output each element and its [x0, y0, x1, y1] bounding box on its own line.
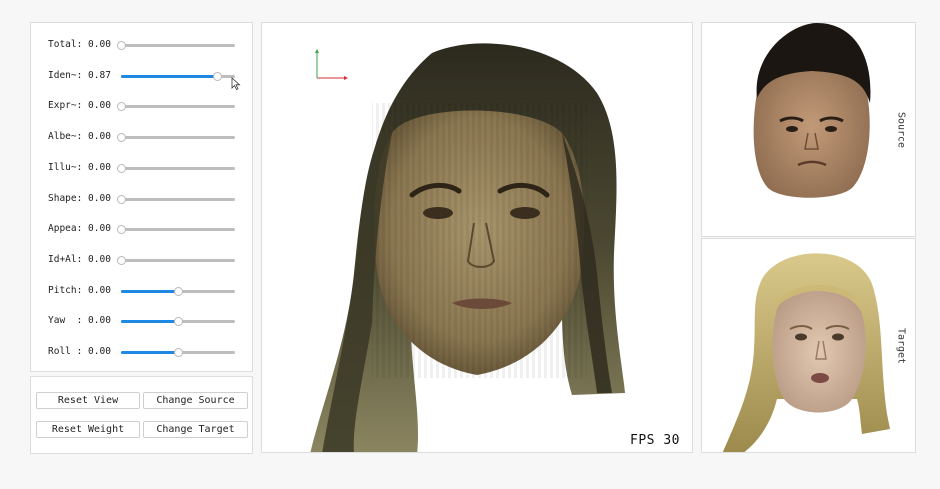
rendered-face-image: [310, 43, 625, 452]
slider-track[interactable]: [117, 102, 235, 112]
slider-row: Roll : 0.00: [31, 344, 254, 360]
slider-track[interactable]: [117, 194, 235, 204]
change-target-button[interactable]: Change Target: [143, 421, 248, 438]
slider-thumb[interactable]: [174, 348, 183, 357]
slider-label: Id+Al: 0.00: [48, 253, 111, 265]
slider-track[interactable]: [117, 41, 235, 50]
slider-track[interactable]: [121, 348, 235, 357]
slider-thumb[interactable]: [117, 225, 126, 235]
slider-label: Albe~: 0.00: [48, 131, 111, 143]
slider-label: Shape: 0.00: [48, 192, 111, 204]
source-label: Source: [895, 111, 907, 148]
slider-row: Shape: 0.00: [31, 191, 254, 207]
slider-thumb[interactable]: [117, 133, 126, 143]
slider-label: Iden~: 0.87: [48, 69, 111, 81]
slider-fill: [121, 289, 178, 293]
target-face-image: [722, 253, 890, 452]
slider-row: Illu~: 0.00: [31, 160, 254, 176]
reset-weight-button[interactable]: Reset Weight: [36, 421, 140, 438]
mouse-cursor-icon: [231, 77, 241, 91]
slider-fill: [121, 320, 178, 324]
slider-row: Albe~: 0.00: [31, 129, 254, 145]
target-label: Target: [895, 327, 907, 364]
slider-track[interactable]: [117, 225, 235, 235]
slider-thumb[interactable]: [212, 71, 222, 81]
slider-row: Id+Al: 0.00: [31, 252, 254, 268]
slider-track[interactable]: [121, 71, 235, 81]
slider-thumb[interactable]: [117, 163, 126, 173]
change-source-button[interactable]: Change Source: [143, 392, 248, 409]
slider-label: Illu~: 0.00: [48, 161, 111, 173]
slider-thumb[interactable]: [117, 194, 126, 204]
slider-thumb[interactable]: [174, 286, 183, 296]
slider-thumb[interactable]: [117, 41, 126, 50]
slider-label: Yaw : 0.00: [48, 315, 111, 327]
slider-row: Appea: 0.00: [31, 221, 254, 237]
slider-row: Yaw : 0.00: [31, 313, 254, 329]
slider-row: Iden~: 0.87: [31, 68, 254, 84]
slider-track[interactable]: [121, 286, 235, 296]
slider-row: Expr~: 0.00: [31, 98, 254, 114]
slider-label: Roll : 0.00: [48, 346, 111, 357]
slider-track[interactable]: [117, 133, 235, 143]
slider-track[interactable]: [117, 255, 235, 265]
source-face-image: [753, 23, 871, 198]
fps-counter: FPS 30: [630, 433, 680, 448]
slider-thumb[interactable]: [117, 102, 126, 112]
face-viewer[interactable]: FPS 30: [261, 22, 693, 453]
sliders-panel: Total: 0.00 Iden~: 0.87 Expr~: 0.00 Albe~: …: [30, 22, 253, 372]
slider-label: Total: 0.00: [48, 39, 111, 50]
slider-track[interactable]: [117, 163, 235, 173]
slider-thumb[interactable]: [174, 317, 183, 327]
slider-row: Total: 0.00: [31, 37, 254, 53]
buttons-panel: Reset View Change Source Reset Weight Ch…: [30, 376, 253, 454]
slider-label: Expr~: 0.00: [48, 100, 111, 112]
target-panel[interactable]: Target: [701, 238, 916, 453]
slider-label: Appea: 0.00: [48, 223, 111, 235]
reset-view-button[interactable]: Reset View: [36, 392, 140, 409]
slider-fill: [121, 74, 217, 78]
slider-thumb[interactable]: [117, 255, 126, 265]
slider-track[interactable]: [121, 317, 235, 327]
slider-fill: [121, 351, 178, 354]
source-panel[interactable]: Source: [701, 22, 916, 237]
slider-label: Pitch: 0.00: [48, 284, 111, 296]
slider-row: Pitch: 0.00: [31, 283, 254, 299]
